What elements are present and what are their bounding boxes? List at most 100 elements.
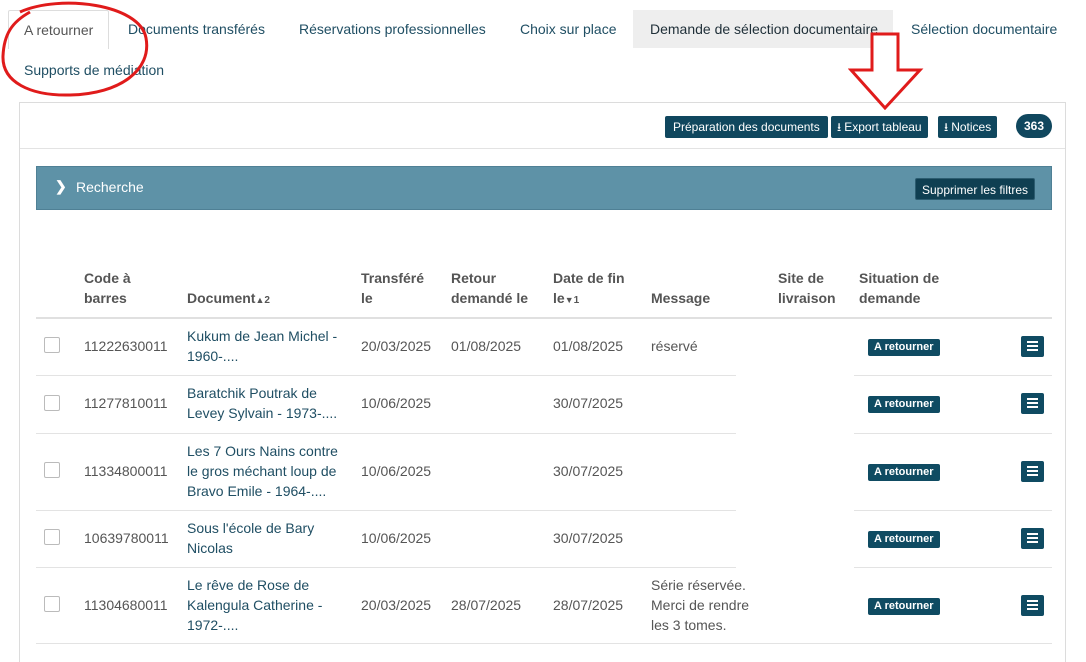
col-barcode-line2: barres (84, 290, 127, 306)
col-transferred-line2: le (361, 290, 373, 306)
status-badge: A retourner (868, 598, 940, 615)
col-return-requested[interactable]: Retour demandé le (451, 268, 528, 308)
document-link[interactable]: Baratchik Poutrak de Levey Sylvain - 197… (187, 383, 337, 423)
list-icon[interactable] (1021, 595, 1044, 616)
tab-documents-transferes[interactable]: Documents transférés (128, 10, 265, 48)
col-return-line1: Retour (451, 270, 497, 286)
message-cell: réservé (651, 338, 698, 354)
col-message[interactable]: Message (651, 288, 710, 308)
col-transferred[interactable]: Transféré le (361, 268, 424, 308)
results-panel: Préparation des documents ⭳ Export tablea… (19, 102, 1066, 662)
barcode-cell: 11334800011 (84, 463, 168, 479)
search-label: Recherche (76, 179, 144, 195)
return-requested-cell: 01/08/2025 (451, 338, 522, 354)
col-status-line2: demande (859, 290, 921, 306)
end-date-cell: 01/08/2025 (553, 338, 624, 354)
document-link[interactable]: Sous l'école de Bary Nicolas (187, 518, 314, 558)
end-date-cell: 30/07/2025 (553, 530, 624, 546)
document-line: 1960-.... (187, 348, 239, 364)
col-transferred-line1: Transféré (361, 270, 425, 286)
tab-selection-documentaire[interactable]: Sélection documentaire (911, 10, 1057, 48)
table-row: 11222630011 Kukum de Jean Michel - 1960-… (36, 318, 1052, 375)
transferred-cell: 20/03/2025 (361, 597, 432, 613)
col-end-date-line1: Date de fin (553, 270, 625, 286)
row-checkbox[interactable] (44, 337, 60, 353)
list-icon[interactable] (1021, 528, 1044, 549)
document-line: 1972-.... (187, 617, 239, 633)
chevron-right-icon: ❯ (55, 178, 67, 194)
col-delivery-site[interactable]: Site de livraison (778, 268, 836, 308)
return-requested-cell: 28/07/2025 (451, 597, 522, 613)
message-line: les 3 tomes. (651, 617, 727, 633)
list-icon[interactable] (1021, 336, 1044, 357)
download-icon: ⭳ (944, 120, 949, 134)
tab-supports-mediation[interactable]: Supports de médiation (24, 51, 164, 89)
document-line: le gros méchant loup de (187, 463, 337, 479)
transferred-cell: 10/06/2025 (361, 395, 432, 411)
col-document-label: Document (187, 290, 256, 306)
document-line: Bravo Emile - 1964-.... (187, 483, 327, 499)
document-line: Sous l'école de Bary (187, 520, 315, 536)
row-checkbox[interactable] (44, 395, 60, 411)
barcode-cell: 11304680011 (84, 597, 168, 613)
col-end-date[interactable]: Date de fin le▼1 (553, 268, 625, 311)
table-row: 11304680011 Le rêve de Rose de Kalengula… (36, 567, 1052, 644)
col-barcode-line1: Code à (84, 270, 131, 286)
barcode-cell: 11222630011 (84, 338, 168, 354)
tab-reservations-professionnelles[interactable]: Réservations professionnelles (299, 10, 486, 48)
list-icon[interactable] (1021, 461, 1044, 482)
document-line: Nicolas (187, 540, 233, 556)
col-site-line2: livraison (778, 290, 836, 306)
document-link[interactable]: Le rêve de Rose de Kalengula Catherine -… (187, 575, 322, 635)
panel-divider (20, 148, 1065, 149)
export-table-label: Export tableau (844, 120, 922, 134)
table-row: 11334800011 Les 7 Ours Nains contre le g… (36, 433, 1052, 510)
transferred-cell: 10/06/2025 (361, 530, 432, 546)
status-badge: A retourner (868, 531, 940, 548)
col-barcode[interactable]: Code à barres (84, 268, 131, 308)
notices-button[interactable]: ⭳ Notices (938, 116, 998, 138)
document-line: Le rêve de Rose de (187, 577, 310, 593)
status-badge: A retourner (868, 339, 940, 356)
col-document[interactable]: Document▲2 (187, 288, 270, 311)
status-badge: A retourner (868, 464, 940, 481)
clear-filters-button[interactable]: Supprimer les filtres (914, 178, 1035, 200)
preparation-documents-button[interactable]: Préparation des documents (665, 116, 828, 138)
col-return-line2: demandé le (451, 290, 529, 306)
search-toggle-bar[interactable]: ❯ Recherche Supprimer les filtres (36, 166, 1052, 210)
table-row: 11277810011 Baratchik Poutrak de Levey S… (36, 375, 1052, 433)
download-icon: ⭳ (837, 120, 842, 134)
col-status-line1: Situation de (859, 270, 940, 286)
document-line: Kalengula Catherine - (187, 597, 323, 613)
end-date-cell: 30/07/2025 (553, 463, 624, 479)
transferred-cell: 10/06/2025 (361, 463, 432, 479)
row-checkbox[interactable] (44, 529, 60, 545)
end-date-cell: 28/07/2025 (553, 597, 624, 613)
col-site-line1: Site de (778, 270, 824, 286)
table-row: 10639780011 Sous l'école de Bary Nicolas… (36, 510, 1052, 567)
document-line: Baratchik Poutrak de (187, 385, 317, 401)
message-line: Merci de rendre (651, 597, 750, 613)
list-icon[interactable] (1021, 393, 1044, 414)
end-date-cell: 30/07/2025 (553, 395, 624, 411)
sort-down-icon: ▼ (564, 295, 574, 305)
document-link[interactable]: Les 7 Ours Nains contre le gros méchant … (187, 441, 338, 501)
document-line: Levey Sylvain - 1973-.... (187, 405, 338, 421)
document-link[interactable]: Kukum de Jean Michel - 1960-.... (187, 326, 337, 366)
status-badge: A retourner (868, 396, 940, 413)
tab-a-retourner[interactable]: A retourner (8, 10, 109, 49)
row-checkbox[interactable] (44, 596, 60, 612)
barcode-cell: 11277810011 (84, 395, 168, 411)
sort-order: 2 (264, 295, 270, 306)
row-checkbox[interactable] (44, 462, 60, 478)
document-line: Kukum de Jean Michel - (187, 328, 338, 344)
tab-bar: A retourner Documents transférés Réserva… (8, 10, 1078, 90)
tab-choix-sur-place[interactable]: Choix sur place (520, 10, 617, 48)
document-line: Les 7 Ours Nains contre (187, 443, 338, 459)
message-line: Série réservée. (651, 577, 746, 593)
col-request-status[interactable]: Situation de demande (859, 268, 939, 308)
export-table-button[interactable]: ⭳ Export tableau (831, 116, 928, 138)
notices-label: Notices (951, 120, 992, 134)
transferred-cell: 20/03/2025 (361, 338, 432, 354)
tab-demande-selection-documentaire[interactable]: Demande de sélection documentaire (633, 10, 893, 48)
